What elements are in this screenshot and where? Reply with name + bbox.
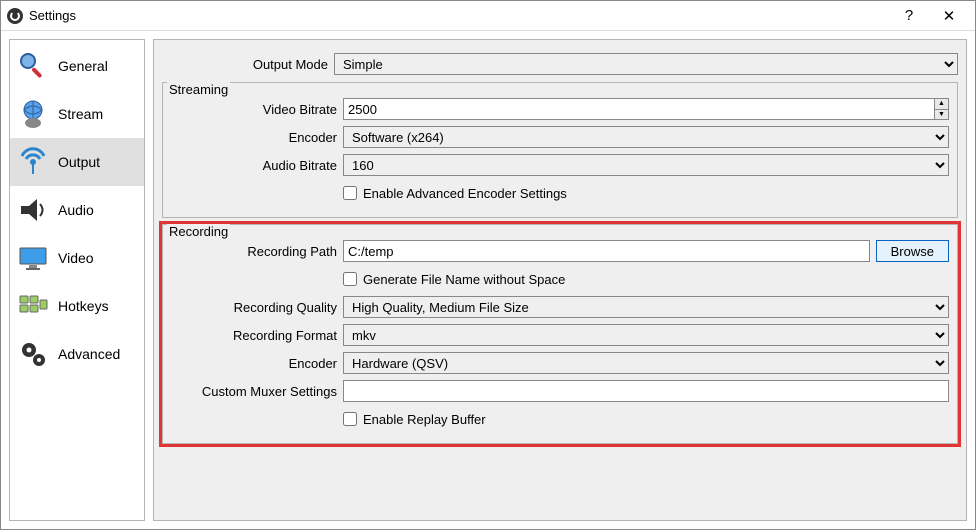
recording-quality-label: Recording Quality	[171, 300, 343, 315]
speaker-icon	[16, 193, 50, 227]
recording-legend: Recording	[167, 224, 230, 239]
wrench-icon	[16, 49, 50, 83]
recording-encoder-select[interactable]: Hardware (QSV)	[343, 352, 949, 374]
sidebar-item-label: Hotkeys	[58, 298, 109, 314]
audio-bitrate-select[interactable]: 160	[343, 154, 949, 176]
sidebar-item-label: Advanced	[58, 346, 120, 362]
nospace-checkbox[interactable]: Generate File Name without Space	[343, 272, 565, 287]
spin-down[interactable]: ▼	[934, 110, 948, 120]
gears-icon	[16, 337, 50, 371]
globe-icon	[16, 97, 50, 131]
sidebar-item-label: Audio	[58, 202, 94, 218]
recording-path-label: Recording Path	[171, 244, 343, 259]
browse-button[interactable]: Browse	[876, 240, 949, 262]
close-button[interactable]: ✕	[929, 7, 969, 25]
audio-bitrate-label: Audio Bitrate	[171, 158, 343, 173]
spin-up[interactable]: ▲	[934, 99, 948, 110]
muxer-label: Custom Muxer Settings	[171, 384, 343, 399]
broadcast-icon	[16, 145, 50, 179]
sidebar-item-hotkeys[interactable]: Hotkeys	[10, 282, 144, 330]
output-mode-label: Output Mode	[162, 57, 334, 72]
sidebar-item-stream[interactable]: Stream	[10, 90, 144, 138]
streaming-encoder-label: Encoder	[171, 130, 343, 145]
output-mode-select[interactable]: Simple	[334, 53, 958, 75]
window-title: Settings	[29, 8, 76, 23]
titlebar: Settings ? ✕	[1, 1, 975, 31]
sidebar-item-video[interactable]: Video	[10, 234, 144, 282]
settings-window: Settings ? ✕ General Stream Output Audio	[0, 0, 976, 530]
sidebar-item-label: Output	[58, 154, 100, 170]
streaming-legend: Streaming	[167, 82, 230, 97]
advanced-encoder-label: Enable Advanced Encoder Settings	[363, 186, 567, 201]
obs-icon	[7, 8, 23, 24]
content-output: Output Mode Simple Streaming Video Bitra…	[153, 39, 967, 521]
streaming-encoder-select[interactable]: Software (x264)	[343, 126, 949, 148]
recording-quality-select[interactable]: High Quality, Medium File Size	[343, 296, 949, 318]
sidebar-item-output[interactable]: Output	[10, 138, 144, 186]
video-bitrate-spinner[interactable]: ▲▼	[343, 98, 949, 120]
sidebar-item-advanced[interactable]: Advanced	[10, 330, 144, 378]
sidebar-item-label: General	[58, 58, 108, 74]
advanced-encoder-checkbox[interactable]: Enable Advanced Encoder Settings	[343, 186, 567, 201]
recording-encoder-label: Encoder	[171, 356, 343, 371]
sidebar-item-general[interactable]: General	[10, 42, 144, 90]
replay-buffer-label: Enable Replay Buffer	[363, 412, 486, 427]
video-bitrate-label: Video Bitrate	[171, 102, 343, 117]
streaming-group: Streaming Video Bitrate ▲▼ Encoder Softw…	[162, 82, 958, 218]
sidebar-item-label: Video	[58, 250, 94, 266]
keyboard-icon	[16, 289, 50, 323]
muxer-input[interactable]	[343, 380, 949, 402]
recording-format-select[interactable]: mkv	[343, 324, 949, 346]
nospace-label: Generate File Name without Space	[363, 272, 565, 287]
monitor-icon	[16, 241, 50, 275]
sidebar-item-label: Stream	[58, 106, 103, 122]
replay-buffer-checkbox[interactable]: Enable Replay Buffer	[343, 412, 486, 427]
video-bitrate-input[interactable]	[343, 98, 949, 120]
recording-path-input[interactable]	[343, 240, 870, 262]
sidebar-item-audio[interactable]: Audio	[10, 186, 144, 234]
help-button[interactable]: ?	[889, 7, 929, 24]
sidebar: General Stream Output Audio Video Hotkey…	[9, 39, 145, 521]
recording-format-label: Recording Format	[171, 328, 343, 343]
recording-group: Recording Recording Path Browse Generate…	[162, 224, 958, 444]
